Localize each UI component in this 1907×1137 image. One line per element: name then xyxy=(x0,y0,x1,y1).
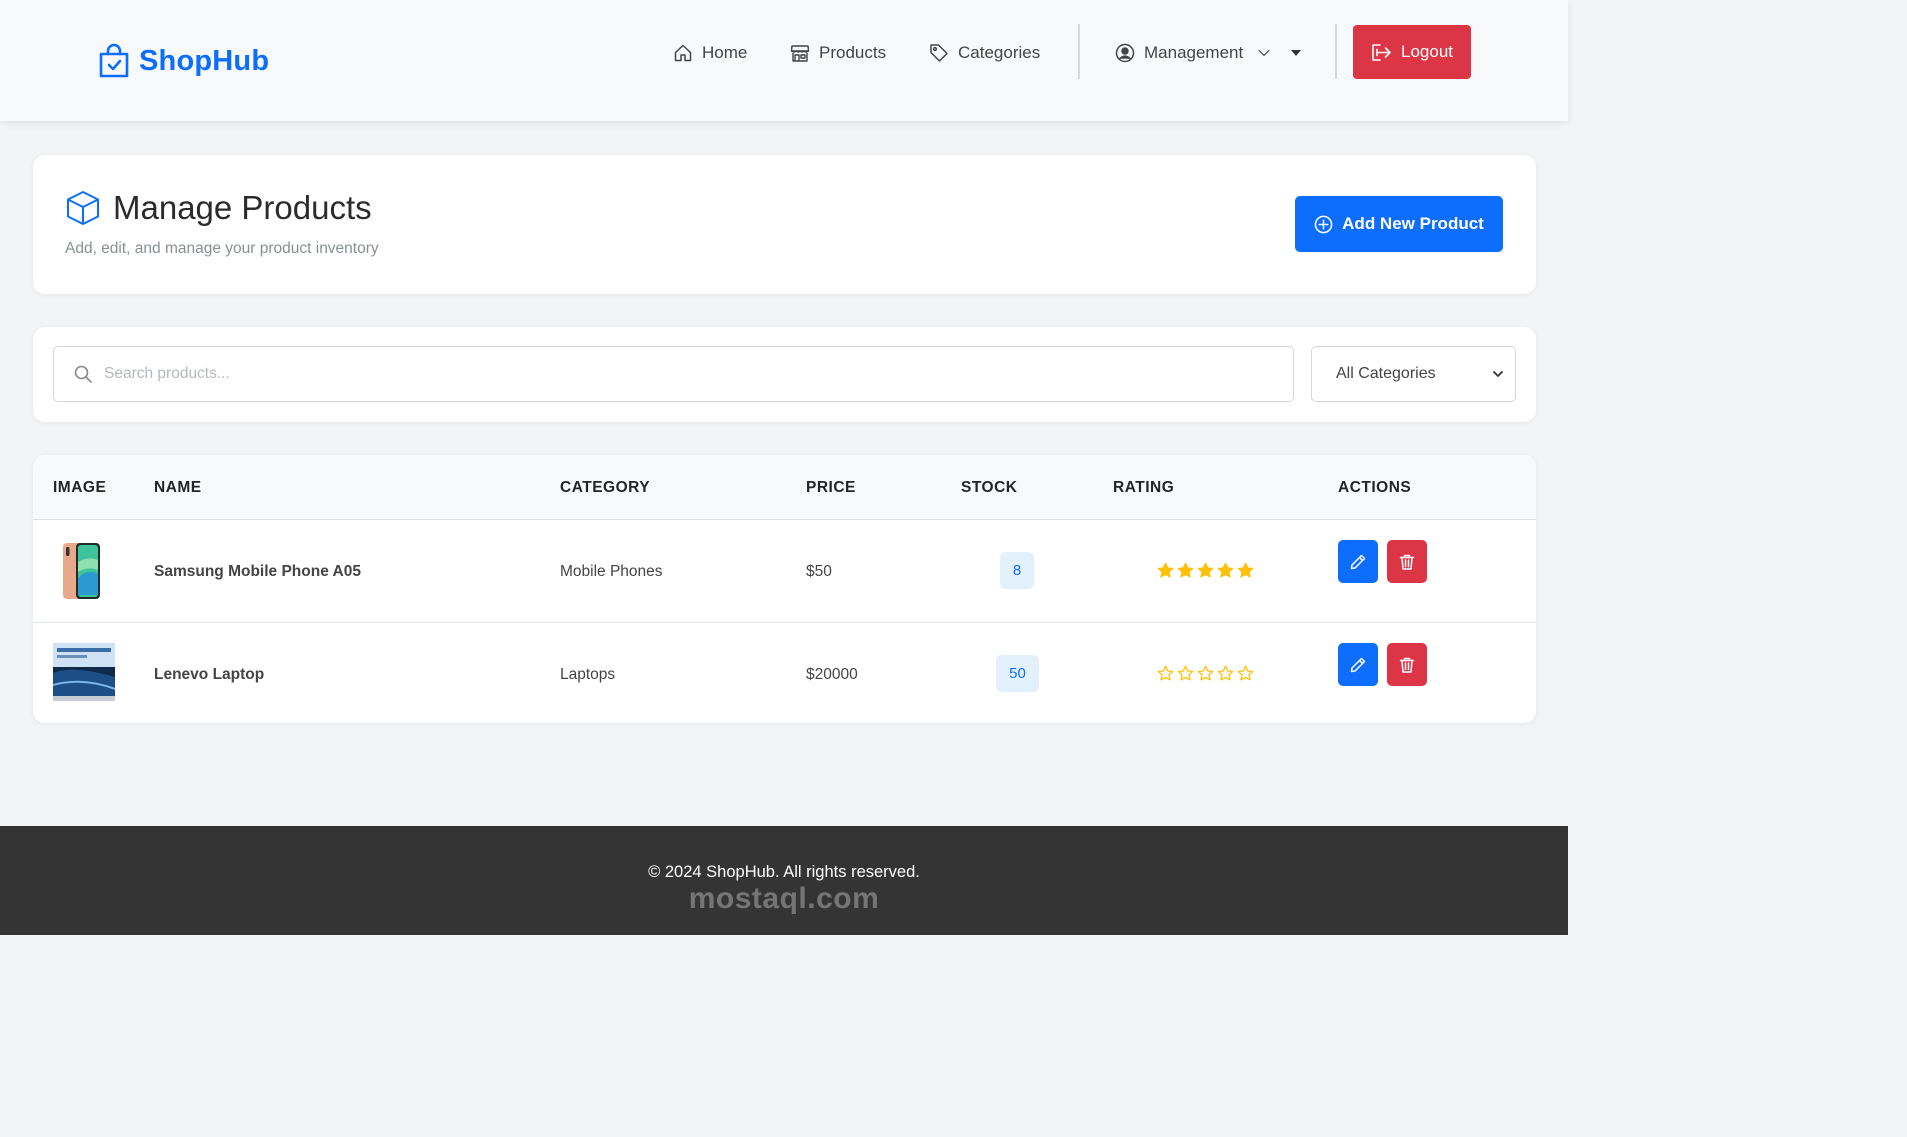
column-header-rating[interactable]: RATING xyxy=(1113,479,1174,497)
star-empty-icon xyxy=(1157,665,1174,681)
star-empty-icon xyxy=(1237,665,1254,681)
star-empty-icon xyxy=(1217,665,1234,681)
page-title: Manage Products xyxy=(65,189,372,227)
edit-button[interactable] xyxy=(1338,540,1378,583)
user-circle-icon xyxy=(1115,43,1135,63)
caret-down-icon xyxy=(1291,50,1302,56)
box-icon xyxy=(67,191,99,225)
logout-button[interactable]: Logout xyxy=(1353,25,1471,79)
nav-categories[interactable]: Categories xyxy=(929,38,1040,68)
table-header: IMAGE NAME CATEGORY PRICE STOCK RATING A… xyxy=(33,455,1536,520)
product-name: Samsung Mobile Phone A05 xyxy=(154,563,361,580)
column-header-name[interactable]: NAME xyxy=(154,479,202,497)
products-table: IMAGE NAME CATEGORY PRICE STOCK RATING A… xyxy=(33,455,1536,723)
pencil-icon xyxy=(1350,554,1366,569)
footer: mostaql.com © 2024 ShopHub. All rights r… xyxy=(0,826,1568,935)
star-filled-icon xyxy=(1177,562,1194,578)
product-category: Laptops xyxy=(560,666,616,683)
table-row[interactable]: Samsung Mobile Phone A05 Mobile Phones $… xyxy=(33,520,1536,621)
brand-name: ShopHub xyxy=(139,44,270,77)
column-header-image[interactable]: IMAGE xyxy=(53,479,106,497)
rating-stars xyxy=(1157,665,1254,682)
product-category: Mobile Phones xyxy=(560,563,663,580)
shop-icon xyxy=(790,45,810,62)
nav-home[interactable]: Home xyxy=(673,38,747,68)
star-empty-icon xyxy=(1177,665,1194,681)
table-row[interactable]: Lenevo Laptop Laptops $20000 50 xyxy=(33,622,1536,723)
mobile-phone-thumbnail xyxy=(63,543,100,599)
brand-logo[interactable]: ShopHub xyxy=(98,42,269,80)
nav-products-label: Products xyxy=(819,43,887,62)
page-subtitle: Add, edit, and manage your product inven… xyxy=(65,240,379,257)
navbar: ShopHub Home Products Categories Managem… xyxy=(0,0,1568,121)
add-new-product-label: Add New Product xyxy=(1342,214,1484,233)
shopping-bag-icon xyxy=(99,43,129,78)
tag-icon xyxy=(930,44,948,62)
product-price: $20000 xyxy=(806,666,858,683)
nav-management-dropdown[interactable]: Management xyxy=(1115,38,1302,68)
nav-divider xyxy=(1335,24,1337,79)
star-filled-icon xyxy=(1217,562,1234,578)
star-filled-icon xyxy=(1237,562,1254,578)
chevron-down-icon xyxy=(1493,371,1503,377)
product-name: Lenevo Laptop xyxy=(154,666,265,683)
home-icon xyxy=(674,44,692,62)
search-icon xyxy=(74,365,92,383)
laptop-thumbnail xyxy=(53,643,115,701)
star-filled-icon xyxy=(1197,562,1214,578)
category-select[interactable]: All Categories xyxy=(1311,346,1516,402)
star-filled-icon xyxy=(1157,562,1174,578)
column-header-category[interactable]: CATEGORY xyxy=(560,479,650,497)
chevron-down-icon xyxy=(1258,49,1270,57)
nav-divider xyxy=(1078,24,1080,79)
filter-card: All Categories xyxy=(33,327,1536,422)
nav-home-label: Home xyxy=(702,43,748,62)
delete-button[interactable] xyxy=(1387,540,1427,583)
delete-button[interactable] xyxy=(1387,643,1427,686)
product-price: $50 xyxy=(806,563,832,580)
column-header-stock[interactable]: STOCK xyxy=(961,479,1017,497)
page-header-card: Manage Products Add, edit, and manage yo… xyxy=(33,155,1536,294)
nav-management-label: Management xyxy=(1144,43,1244,62)
page-title-text: Manage Products xyxy=(113,189,372,226)
star-empty-icon xyxy=(1197,665,1214,681)
stock-badge: 8 xyxy=(1000,552,1034,589)
plus-circle-icon xyxy=(1314,215,1333,233)
logout-label: Logout xyxy=(1401,42,1453,61)
pencil-icon xyxy=(1350,657,1366,672)
search-input[interactable] xyxy=(104,365,1254,383)
nav-products[interactable]: Products xyxy=(790,38,886,68)
logout-icon xyxy=(1372,43,1391,61)
column-header-actions: ACTIONS xyxy=(1338,479,1412,496)
watermark: mostaql.com xyxy=(688,882,880,915)
rating-stars xyxy=(1157,562,1254,579)
stock-badge: 50 xyxy=(996,655,1039,692)
column-header-price[interactable]: PRICE xyxy=(806,479,856,497)
nav-categories-label: Categories xyxy=(958,43,1041,62)
search-box[interactable] xyxy=(53,346,1294,402)
trash-icon xyxy=(1399,554,1415,570)
footer-copyright: © 2024 ShopHub. All rights reserved. xyxy=(648,863,920,881)
trash-icon xyxy=(1399,657,1415,673)
add-new-product-button[interactable]: Add New Product xyxy=(1295,196,1503,252)
category-select-value: All Categories xyxy=(1336,365,1436,382)
edit-button[interactable] xyxy=(1338,643,1378,686)
